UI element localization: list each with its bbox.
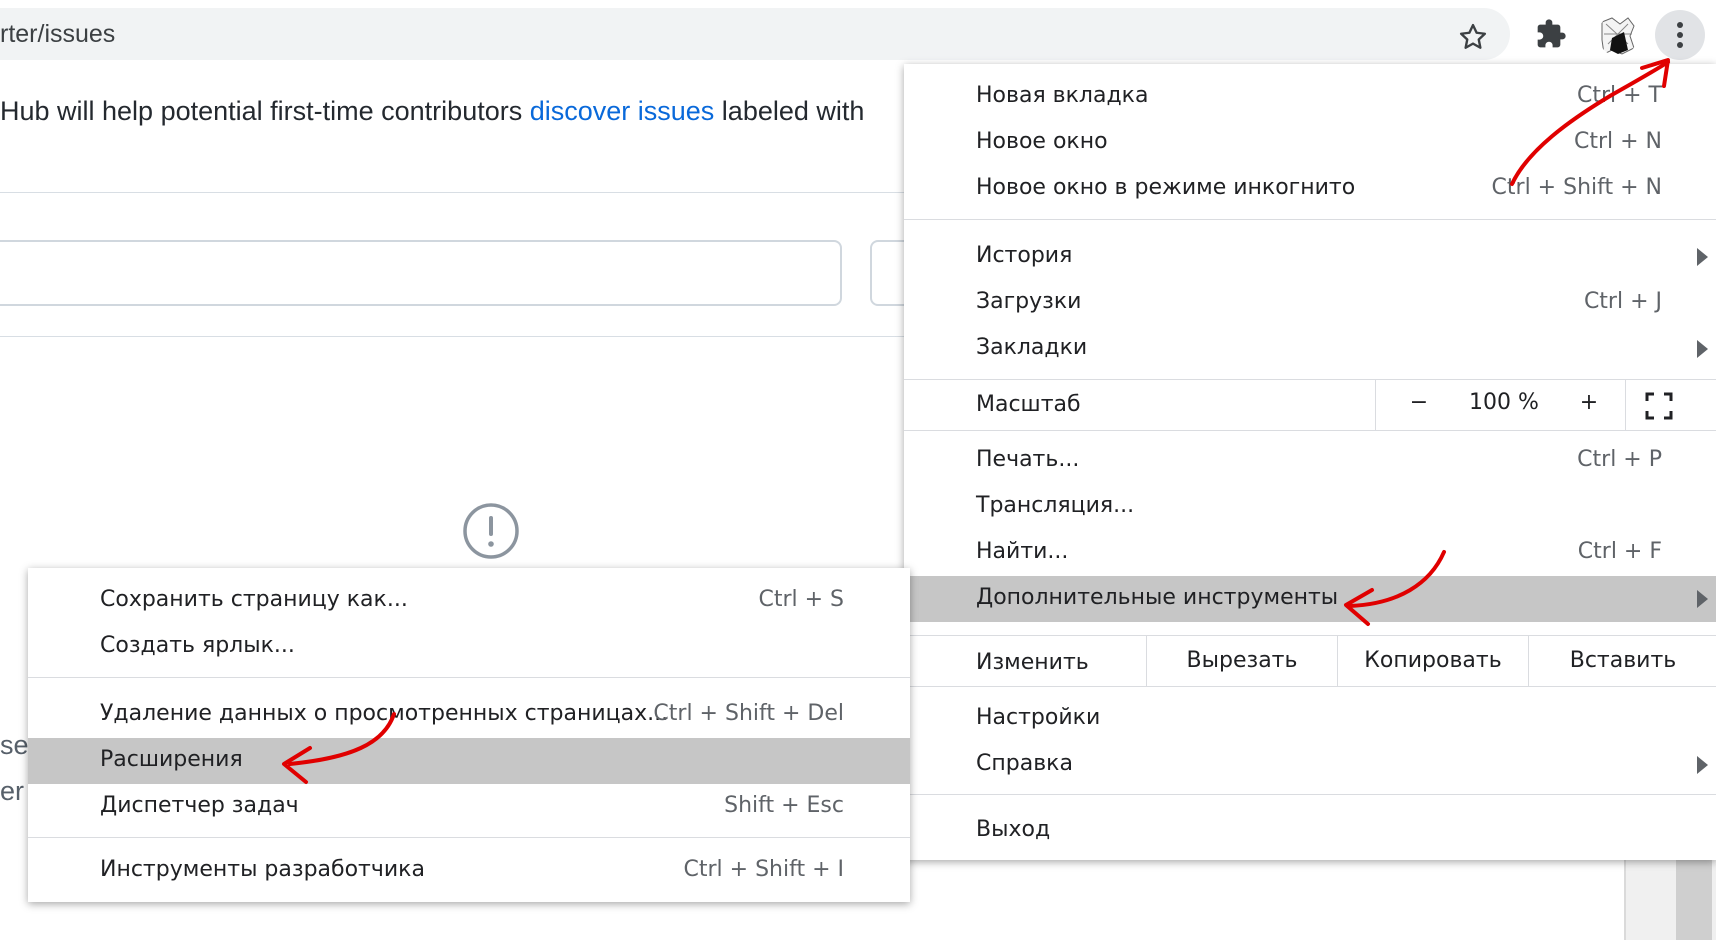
page-intro-text: Hub will help potential first-time contr… <box>0 96 865 126</box>
menu-item-exit[interactable]: Выход <box>904 808 1716 854</box>
menu-item-incognito[interactable]: Новое окно в режиме инкогнито Ctrl + Shi… <box>904 166 1716 212</box>
zoom-in-button[interactable]: + <box>1564 390 1614 415</box>
submenu-arrow-icon <box>1697 590 1708 608</box>
menu-item-more-tools[interactable]: Дополнительные инструменты <box>904 576 1716 622</box>
submenu-arrow-icon <box>1697 340 1708 358</box>
menu-item-downloads[interactable]: Загрузки Ctrl + J <box>904 280 1716 326</box>
edit-row: Изменить Вырезать Копировать Вставить <box>904 636 1716 686</box>
page-partial-text: er <box>0 776 25 806</box>
menu-separator <box>904 219 1716 220</box>
fullscreen-icon[interactable] <box>1644 391 1674 421</box>
star-icon[interactable] <box>1458 22 1488 52</box>
divider <box>0 336 904 337</box>
chrome-main-menu: Новая вкладка Ctrl + T Новое окно Ctrl +… <box>904 64 1716 860</box>
menu-separator <box>904 794 1716 795</box>
zoom-out-button[interactable]: − <box>1394 390 1444 415</box>
cut-button[interactable]: Вырезать <box>1146 636 1337 686</box>
menu-separator <box>904 430 1716 431</box>
menu-item-bookmarks[interactable]: Закладки <box>904 326 1716 372</box>
menu-item-history[interactable]: История <box>904 234 1716 280</box>
zoom-level: 100 % <box>1469 390 1539 415</box>
menu-item-cast[interactable]: Трансляция... <box>904 484 1716 530</box>
menu-item-new-window[interactable]: Новое окно Ctrl + N <box>904 120 1716 166</box>
address-bar[interactable]: rter/issues <box>0 8 1510 60</box>
menu-separator <box>904 686 1716 687</box>
discover-issues-link[interactable]: discover issues <box>530 96 715 126</box>
menu-item-new-tab[interactable]: Новая вкладка Ctrl + T <box>904 74 1716 120</box>
menu-item-create-shortcut[interactable]: Создать ярлык... <box>28 624 910 670</box>
browser-toolbar: rter/issues <box>0 0 1716 66</box>
alert-icon <box>463 503 519 559</box>
menu-item-extensions[interactable]: Расширения <box>28 738 910 784</box>
menu-item-print[interactable]: Печать... Ctrl + P <box>904 438 1716 484</box>
profile-avatar[interactable] <box>1598 14 1638 56</box>
zoom-row: Масштаб − 100 % + <box>904 380 1716 430</box>
menu-item-save-page[interactable]: Сохранить страницу как... Ctrl + S <box>28 578 910 624</box>
scrollbar-thumb[interactable] <box>1676 860 1712 940</box>
more-tools-submenu: Сохранить страницу как... Ctrl + S Созда… <box>28 568 910 902</box>
menu-item-task-manager[interactable]: Диспетчер задач Shift + Esc <box>28 784 910 830</box>
menu-item-find[interactable]: Найти... Ctrl + F <box>904 530 1716 576</box>
issues-search-input[interactable] <box>0 240 842 306</box>
copy-button[interactable]: Копировать <box>1337 636 1528 686</box>
more-vert-icon[interactable] <box>1655 10 1705 60</box>
page-partial-text: se <box>0 730 29 760</box>
menu-item-settings[interactable]: Настройки <box>904 696 1716 742</box>
menu-item-help[interactable]: Справка <box>904 742 1716 788</box>
paste-button[interactable]: Вставить <box>1528 636 1716 686</box>
submenu-arrow-icon <box>1697 248 1708 266</box>
menu-item-clear-browsing-data[interactable]: Удаление данных о просмотренных страница… <box>28 692 910 738</box>
submenu-arrow-icon <box>1697 756 1708 774</box>
menu-separator <box>28 677 910 678</box>
divider <box>0 192 904 193</box>
extensions-puzzle-icon[interactable] <box>1535 18 1567 50</box>
address-bar-url[interactable]: rter/issues <box>0 20 115 49</box>
menu-item-developer-tools[interactable]: Инструменты разработчика Ctrl + Shift + … <box>28 848 910 894</box>
menu-separator <box>28 837 910 838</box>
